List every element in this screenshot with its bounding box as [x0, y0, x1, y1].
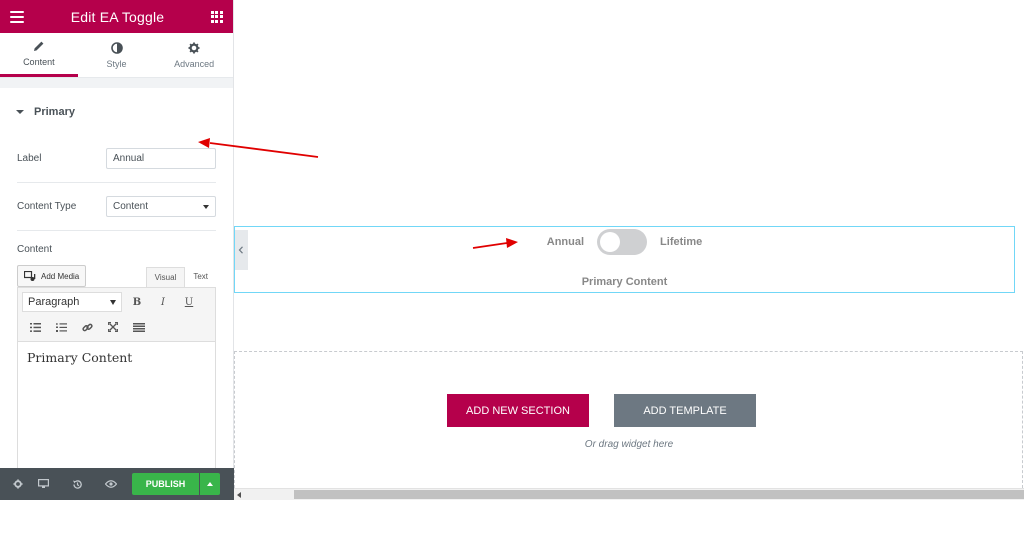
toolbar-toggle-icon[interactable] — [128, 317, 150, 337]
content-label: Content — [17, 244, 53, 255]
publish-group: PUBLISH — [132, 473, 220, 495]
toggle-switch[interactable] — [597, 229, 648, 255]
settings-gear-icon[interactable] — [10, 468, 26, 500]
bold-button[interactable]: B — [126, 292, 148, 312]
editor-panel: Edit EA Toggle Content Style Advanced Pr… — [0, 0, 234, 535]
responsive-desktop-icon[interactable] — [26, 468, 60, 500]
content-type-select[interactable]: Content — [106, 196, 216, 217]
editor-mode-tabs: Visual Text — [145, 267, 216, 287]
tab-content-label: Content — [23, 57, 55, 67]
tab-advanced[interactable]: Advanced — [155, 33, 233, 77]
add-media-label: Add Media — [41, 271, 80, 281]
history-icon[interactable] — [60, 468, 94, 500]
format-arrow-icon — [110, 299, 116, 305]
add-media-button[interactable]: Add Media — [17, 265, 87, 287]
add-template-button[interactable]: ADD TEMPLATE — [614, 394, 756, 427]
gear-icon — [188, 42, 200, 53]
tab-style[interactable]: Style — [78, 33, 156, 77]
section-primary-toggle[interactable]: Primary — [0, 88, 233, 135]
preview-eye-icon[interactable] — [94, 468, 128, 500]
editor-top-bar: Add Media Visual Text — [17, 265, 216, 287]
content-type-value: Content — [113, 201, 149, 212]
add-new-section-button[interactable]: ADD NEW SECTION — [447, 394, 589, 427]
toggle-label-right: Lifetime — [660, 236, 703, 248]
caret-up-icon — [207, 482, 213, 486]
format-select[interactable]: Paragraph — [22, 292, 122, 312]
underline-button[interactable]: U — [178, 292, 200, 312]
tab-visual[interactable]: Visual — [145, 267, 186, 287]
label-control: Label — [17, 135, 216, 183]
horizontal-scrollbar[interactable] — [234, 488, 1024, 500]
italic-button[interactable]: I — [152, 292, 174, 312]
half-circle-icon — [110, 41, 123, 54]
fullscreen-icon[interactable] — [102, 317, 124, 337]
toggle-content-text: Primary Content — [581, 276, 668, 288]
label-input[interactable] — [106, 148, 216, 169]
scroll-left-arrow-icon[interactable] — [237, 492, 241, 498]
menu-icon[interactable] — [10, 10, 24, 23]
tab-text[interactable]: Text — [185, 267, 216, 287]
toggle-label-left: Annual — [546, 236, 585, 248]
content-type-label: Content Type — [17, 201, 77, 212]
publish-options-button[interactable] — [200, 473, 220, 495]
media-icon — [24, 270, 36, 281]
tab-advanced-label: Advanced — [174, 58, 215, 69]
section-title: Primary — [34, 105, 75, 118]
tab-content[interactable]: Content — [0, 33, 78, 77]
drag-widget-hint: Or drag widget here — [584, 439, 674, 450]
format-value: Paragraph — [28, 296, 80, 308]
widgets-grid-icon[interactable] — [210, 10, 223, 23]
bullet-list-icon[interactable] — [24, 317, 46, 337]
pencil-icon — [33, 41, 44, 51]
caret-down-icon — [16, 109, 24, 114]
toggle-knob — [600, 232, 621, 252]
label-control-label: Label — [17, 153, 42, 164]
ea-toggle-widget[interactable]: Annual Lifetime Primary Content — [234, 226, 1015, 293]
editor-toolbar: Paragraph B I U — [17, 287, 216, 342]
link-icon[interactable] — [76, 317, 98, 337]
publish-button[interactable]: PUBLISH — [132, 473, 199, 495]
content-type-control: Content Type Content — [17, 183, 216, 231]
toggle-row: Annual Lifetime — [235, 227, 1014, 257]
scrollbar-thumb[interactable] — [294, 490, 1024, 499]
panel-tabs: Content Style Advanced — [0, 33, 233, 78]
tab-style-label: Style — [106, 58, 127, 69]
panel-title: Edit EA Toggle — [70, 8, 165, 25]
panel-footer: PUBLISH — [0, 468, 234, 500]
select-arrow-icon — [203, 204, 209, 209]
numbered-list-icon[interactable] — [50, 317, 72, 337]
panel-header: Edit EA Toggle — [0, 0, 233, 33]
